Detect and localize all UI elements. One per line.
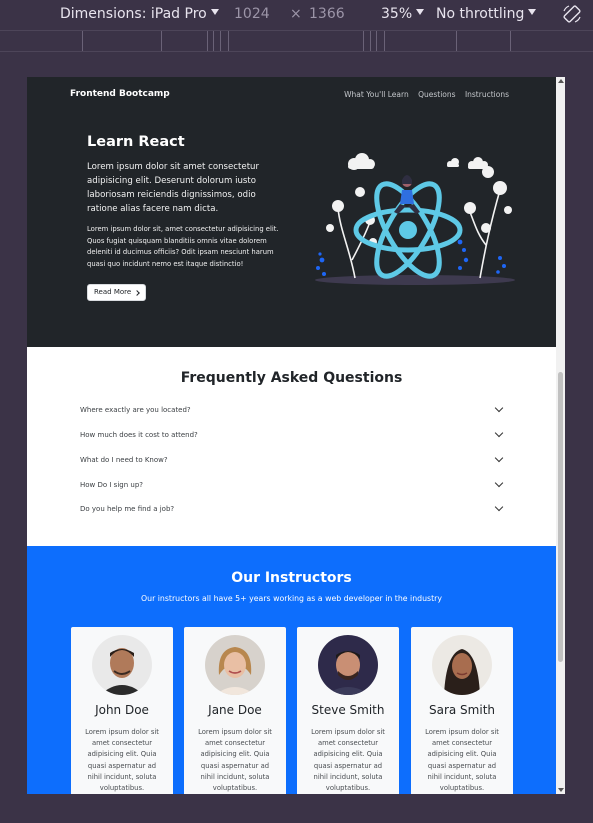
- avatar: [92, 635, 152, 695]
- avatar: [205, 635, 265, 695]
- faq-question: How much does it cost to attend?: [80, 431, 198, 439]
- instructor-name: Sara Smith: [428, 703, 496, 717]
- nav-link-questions[interactable]: Questions: [418, 90, 455, 99]
- caret-down-icon: [210, 9, 219, 15]
- page-scrollbar[interactable]: [556, 77, 565, 794]
- instructor-card: Steve Smith Lorem ipsum dolor sit amet c…: [297, 627, 399, 794]
- webpage: Frontend Bootcamp What You'll Learn Ques…: [27, 77, 556, 794]
- react-illustration: [315, 153, 515, 285]
- react-nucleus: [399, 221, 417, 239]
- instructors-title: Our Instructors: [231, 570, 352, 586]
- instructor-bio: Lorem ipsum dolor sit amet consectetur a…: [425, 728, 499, 793]
- instructor-name: Steve Smith: [311, 703, 385, 717]
- read-more-button[interactable]: Read More: [87, 284, 147, 301]
- instructor-name: John Doe: [95, 703, 149, 717]
- scroll-up-arrow-icon[interactable]: [558, 79, 564, 83]
- ground-shadow: [315, 275, 515, 285]
- device-viewport: Frontend Bootcamp What You'll Learn Ques…: [27, 77, 565, 794]
- hero-text: Lorem ipsum dolor sit, amet consectetur …: [87, 225, 279, 268]
- media-query-ruler[interactable]: [0, 30, 593, 52]
- navbar-brand[interactable]: Frontend Bootcamp: [70, 89, 170, 99]
- navbar-links: What You'll Learn Questions Instructions: [337, 90, 509, 99]
- faq-item[interactable]: Do you help me find a job?: [80, 502, 504, 518]
- faq-question: Do you help me find a job?: [80, 505, 175, 513]
- faq-item[interactable]: How Do I sign up?: [80, 478, 504, 494]
- rotate-device-icon[interactable]: [561, 3, 583, 25]
- instructor-bio: Lorem ipsum dolor sit amet consectetur a…: [85, 728, 159, 793]
- faq-question: What do I need to Know?: [80, 456, 168, 464]
- zoom-label: 35%: [381, 6, 413, 22]
- plant-right: [469, 189, 501, 279]
- height-input[interactable]: 1366: [309, 6, 345, 22]
- scroll-down-arrow-icon[interactable]: [558, 788, 564, 792]
- chevron-down-icon: [494, 453, 504, 463]
- nav-link-instructions[interactable]: Instructions: [465, 90, 509, 99]
- read-more-label: Read More: [94, 288, 132, 296]
- throttling-label: No throttling: [436, 6, 525, 22]
- instructors-subtitle: Our instructors all have 5+ years workin…: [140, 594, 442, 603]
- cloud-left: [348, 153, 375, 170]
- instructor-bio: Lorem ipsum dolor sit amet consectetur a…: [198, 728, 272, 793]
- faq-question: Where exactly are you located?: [80, 406, 191, 414]
- instructor-card: Jane Doe Lorem ipsum dolor sit amet cons…: [184, 627, 286, 794]
- chevron-down-icon: [494, 403, 504, 413]
- instructors-section: Our Instructors Our instructors all have…: [27, 546, 556, 794]
- nav-link-learn[interactable]: What You'll Learn: [344, 90, 409, 99]
- faq-item[interactable]: How much does it cost to attend?: [80, 428, 504, 444]
- scrollbar-thumb[interactable]: [558, 372, 563, 662]
- instructor-bio: Lorem ipsum dolor sit amet consectetur a…: [311, 728, 385, 793]
- faq-item[interactable]: Where exactly are you located?: [80, 403, 504, 419]
- cloud-small: [447, 158, 459, 167]
- chevron-down-icon: [494, 428, 504, 438]
- faq-section: Frequently Asked Questions Where exactly…: [27, 347, 556, 546]
- avatar: [318, 635, 378, 695]
- width-input[interactable]: 1024: [234, 6, 270, 22]
- devtools-toolbar: Dimensions: iPad Pro 1024 × 1366 35% No …: [0, 0, 593, 30]
- plant-right-leaves: [464, 166, 512, 233]
- hero-lead: Lorem ipsum dolor sit amet consectetur a…: [87, 162, 260, 214]
- caret-down-icon: [416, 9, 425, 15]
- faq-title: Frequently Asked Questions: [180, 370, 403, 386]
- hero-title: Learn React: [87, 134, 185, 150]
- caret-down-icon: [528, 9, 537, 15]
- instructor-card: Sara Smith Lorem ipsum dolor sit amet co…: [411, 627, 513, 794]
- faq-item[interactable]: What do I need to Know?: [80, 453, 504, 469]
- chevron-down-icon: [494, 478, 504, 488]
- instructor-card: John Doe Lorem ipsum dolor sit amet cons…: [71, 627, 173, 794]
- device-label: Dimensions: iPad Pro: [60, 6, 207, 22]
- chevron-right-icon: [134, 289, 141, 296]
- avatar: [432, 635, 492, 695]
- device-dropdown[interactable]: Dimensions: iPad Pro: [60, 6, 219, 22]
- chevron-down-icon: [494, 502, 504, 512]
- zoom-dropdown[interactable]: 35%: [381, 6, 425, 22]
- faq-question: How Do I sign up?: [80, 481, 143, 489]
- hero-section: Frontend Bootcamp What You'll Learn Ques…: [27, 77, 556, 347]
- dimension-separator: ×: [290, 6, 302, 22]
- instructor-name: Jane Doe: [208, 703, 262, 717]
- throttling-dropdown[interactable]: No throttling: [436, 6, 537, 22]
